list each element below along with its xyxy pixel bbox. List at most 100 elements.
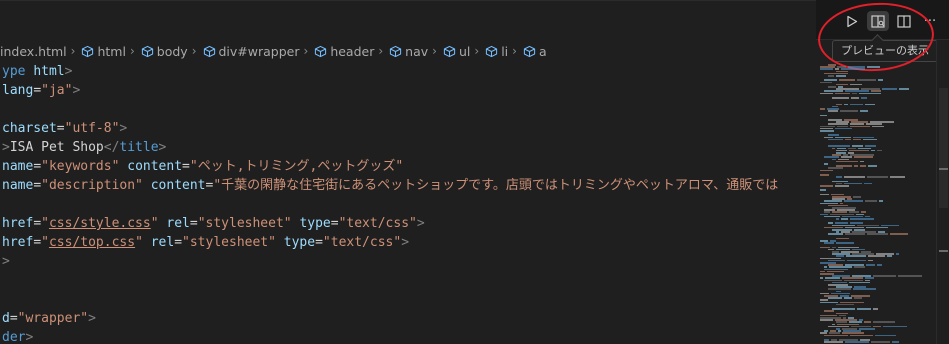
code-token: =	[33, 178, 42, 193]
code-line: charset="utf-8">	[0, 119, 816, 138]
code-token: "ja"	[41, 83, 73, 98]
code-token: "	[41, 216, 49, 231]
active-tab-area	[0, 0, 816, 40]
minimap-code-line	[824, 163, 828, 165]
breadcrumb-item[interactable]: body	[139, 44, 188, 59]
minimap-code-line	[863, 138, 877, 141]
minimap-code-line	[820, 68, 833, 70]
element-cube-icon	[315, 45, 327, 57]
minimap-code-line	[871, 149, 875, 152]
minimap-code-line	[852, 92, 857, 95]
minimap-code-line	[836, 218, 839, 220]
minimap-code-line	[877, 264, 882, 266]
minimap-code-line	[845, 233, 865, 235]
breadcrumb-label: div#wrapper	[218, 43, 300, 59]
element-cube-icon	[523, 45, 536, 57]
minimap-code-line	[841, 218, 848, 220]
minimap-code-line	[868, 165, 877, 167]
minimap-code-line	[867, 233, 888, 235]
breadcrumb-item[interactable]: html	[79, 44, 126, 59]
breadcrumb-item[interactable]: ul	[441, 44, 470, 59]
minimap-code-line	[860, 160, 864, 163]
vertical-scrollbar[interactable]	[936, 40, 949, 344]
minimap-code-line	[887, 255, 892, 257]
code-editor[interactable]: ype html> lang="ja"> charset="utf-8"> >ISA …	[0, 62, 816, 344]
code-token: >	[64, 64, 73, 79]
minimap-code-line	[854, 156, 873, 158]
minimap-code-line	[853, 288, 876, 290]
code-token: lang	[2, 83, 34, 98]
minimap-code-line	[878, 79, 883, 81]
minimap-code-line	[828, 138, 843, 141]
minimap-code-line	[844, 200, 863, 202]
minimap-code-line	[879, 200, 883, 202]
minimap-code-line	[872, 125, 884, 128]
code-line: name="description" content="千葉の閑静な住宅街にある…	[0, 176, 816, 195]
minimap-code-line	[824, 242, 834, 244]
code-token: ISA Pet Shop	[9, 140, 104, 155]
code-token: "wrapper"	[17, 311, 89, 326]
minimap-code-line	[877, 149, 882, 152]
minimap-code-line	[861, 97, 867, 99]
minimap-code-line	[854, 266, 865, 268]
minimap-code-line	[844, 103, 848, 106]
minimap-code-line	[849, 281, 870, 284]
breadcrumb-separator-icon: ›	[432, 44, 437, 58]
breadcrumb-item[interactable]: a	[521, 44, 547, 59]
minimap-code-line	[836, 303, 854, 306]
minimap-code-line	[857, 308, 871, 310]
breadcrumb-item[interactable]: nav	[387, 44, 428, 59]
code-token: "text/css"	[338, 216, 417, 231]
code-token: "ペット,トリミング,ペットグッズ"	[189, 159, 404, 174]
minimap-code-line	[836, 176, 842, 178]
breadcrumb-item[interactable]: div#wrapper	[201, 44, 300, 59]
minimap-code-line	[820, 189, 826, 191]
code-token: "description"	[41, 178, 143, 193]
code-token: =	[174, 235, 183, 250]
breadcrumb-label: header	[330, 43, 375, 59]
minimap-code-line	[846, 255, 866, 257]
minimap-code-line	[840, 110, 858, 112]
minimap-code-line	[865, 103, 875, 106]
code-token: >	[25, 330, 34, 344]
code-line: >	[0, 252, 816, 271]
code-token: "stylesheet"	[182, 235, 276, 250]
breadcrumb-item[interactable]: li	[483, 44, 508, 59]
minimap-code-line	[850, 83, 862, 86]
editor-tab-bar: ···	[0, 0, 949, 40]
breadcrumb-item[interactable]: header	[312, 44, 374, 59]
minimap-code-line	[820, 185, 833, 187]
code-token: >	[2, 140, 10, 155]
minimap[interactable]	[816, 62, 934, 344]
breadcrumb-item[interactable]: index.html	[0, 44, 67, 59]
breadcrumb-separator-icon: ›	[512, 44, 517, 58]
minimap-code-line	[859, 92, 881, 95]
code-line: name="keywords" content="ペット,トリミング,ペットグッ…	[0, 157, 816, 176]
code-token: name	[2, 159, 34, 174]
code-token: css/style.css	[48, 216, 151, 231]
overview-ruler-mark	[939, 250, 948, 252]
minimap-code-line	[844, 297, 852, 299]
code-line: ype html>	[0, 62, 816, 81]
code-token: >	[88, 311, 96, 326]
scroll-thumb[interactable]	[939, 88, 948, 208]
minimap-code-line	[845, 341, 869, 343]
code-token: charset	[2, 121, 57, 136]
code-line: href="css/top.css" rel="stylesheet" type…	[0, 233, 816, 252]
code-token: =	[33, 235, 42, 250]
minimap-code-line	[820, 174, 829, 176]
breadcrumb-label: nav	[405, 43, 429, 59]
minimap-code-line	[865, 200, 877, 202]
code-line: href="css/style.css" rel="stylesheet" ty…	[0, 214, 816, 233]
minimap-code-line	[864, 182, 872, 185]
minimap-code-line	[836, 160, 858, 163]
overview-ruler-mark	[939, 168, 948, 170]
minimap-code-line	[854, 297, 862, 299]
minimap-code-line	[867, 176, 888, 178]
breadcrumb-separator-icon: ›	[191, 44, 197, 58]
minimap-code-line	[836, 242, 854, 244]
minimap-code-line	[860, 110, 868, 112]
minimap-code-line	[820, 114, 827, 117]
minimap-code-line	[890, 176, 905, 178]
minimap-code-line	[828, 110, 838, 112]
